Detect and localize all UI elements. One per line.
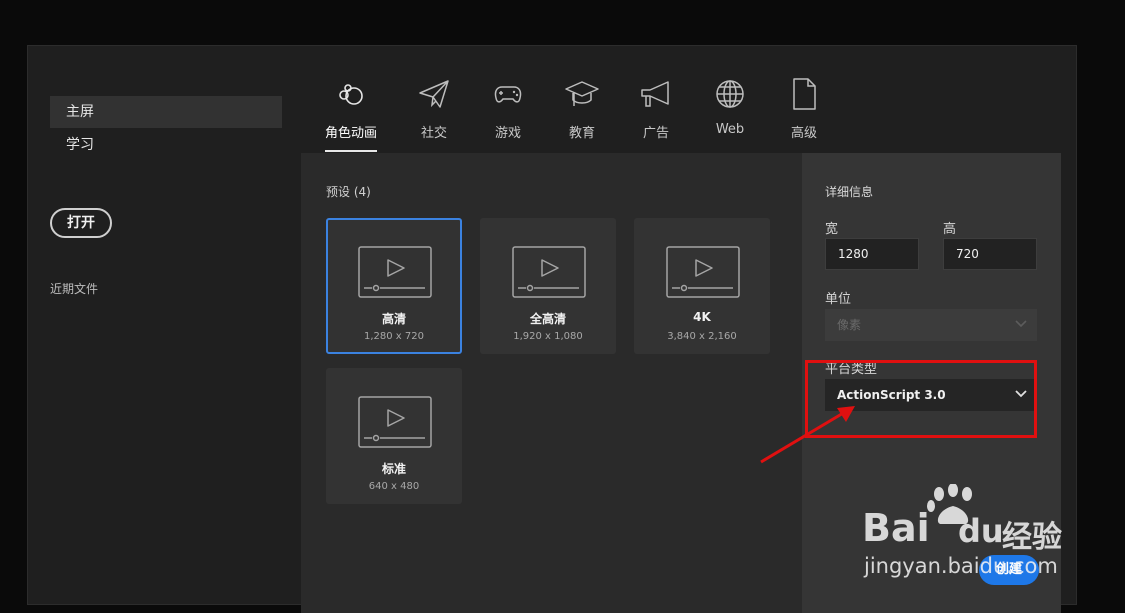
unit-value: 像素 (837, 318, 862, 332)
chevron-down-icon (1015, 320, 1027, 328)
globe-icon (716, 80, 744, 108)
preset-name: 全高清 (529, 312, 566, 326)
megaphone-icon (641, 81, 669, 107)
open-button[interactable]: 打开 (50, 208, 112, 238)
height-input[interactable]: 720 (943, 238, 1037, 270)
details-title: 详细信息 (825, 185, 874, 199)
preset-name: 标准 (381, 462, 406, 476)
recent-files-label: 近期文件 (50, 282, 99, 296)
height-label: 高 (943, 222, 957, 237)
sidebar-item-learn[interactable]: 学习 (50, 129, 282, 161)
preset-card-4k[interactable]: 4K 3,840 x 2,160 (634, 218, 770, 354)
paper-plane-icon (419, 80, 449, 108)
preset-dimensions: 1,280 x 720 (364, 331, 424, 342)
tab-label: 教育 (568, 126, 595, 141)
document-icon (793, 78, 816, 110)
baidu-jingyan-watermark: Bai du 经验 jingyan.baidu.com (862, 484, 1072, 584)
tab-label: 游戏 (494, 126, 521, 141)
unit-label: 单位 (825, 292, 852, 307)
character-animation-icon (339, 84, 363, 105)
watermark-url: jingyan.baidu.com (864, 554, 1058, 578)
active-tab-underline (325, 150, 377, 152)
tab-label: 角色动画 (324, 126, 377, 141)
video-icon (666, 246, 740, 298)
unit-select: 像素 (825, 309, 1037, 341)
preset-card-standard[interactable]: 标准 640 x 480 (326, 368, 462, 504)
tab-label: 高级 (790, 126, 817, 141)
tab-advertising[interactable]: 广告 (621, 76, 691, 141)
gamepad-icon (494, 86, 522, 103)
video-icon (358, 246, 432, 298)
video-icon (358, 396, 432, 448)
width-label: 宽 (825, 222, 839, 237)
tab-label: 广告 (642, 126, 669, 141)
preset-name: 高清 (381, 312, 406, 326)
tab-advanced[interactable]: 高级 (769, 76, 839, 141)
tab-label: Web (715, 122, 745, 137)
presets-panel: 预设 (4) 高清 1,280 x 720 全高清 1,920 x 1,080 (301, 153, 802, 613)
width-input[interactable]: 1280 (825, 238, 919, 270)
watermark-brand-du: du (958, 512, 1004, 550)
annotation-arrow (760, 406, 855, 464)
tab-character-animation[interactable]: 角色动画 (316, 76, 386, 152)
tab-web[interactable]: Web (695, 76, 765, 137)
sidebar-item-home[interactable]: 主屏 (50, 96, 282, 128)
watermark-brand-cn: 经验 (1002, 520, 1062, 555)
tab-education[interactable]: 教育 (547, 76, 617, 141)
preset-dimensions: 1,920 x 1,080 (513, 331, 583, 342)
tab-games[interactable]: 游戏 (473, 76, 543, 141)
preset-card-hd[interactable]: 高清 1,280 x 720 (326, 218, 462, 354)
video-icon (512, 246, 586, 298)
preset-dimensions: 3,840 x 2,160 (667, 331, 737, 342)
presets-title: 预设 (4) (326, 185, 371, 199)
preset-name: 4K (693, 310, 711, 324)
tab-label: 社交 (420, 126, 447, 141)
graduation-cap-icon (565, 81, 599, 106)
preset-card-full-hd[interactable]: 全高清 1,920 x 1,080 (480, 218, 616, 354)
watermark-brand: Bai (862, 506, 930, 550)
tab-social[interactable]: 社交 (399, 76, 469, 141)
preset-dimensions: 640 x 480 (368, 481, 420, 492)
